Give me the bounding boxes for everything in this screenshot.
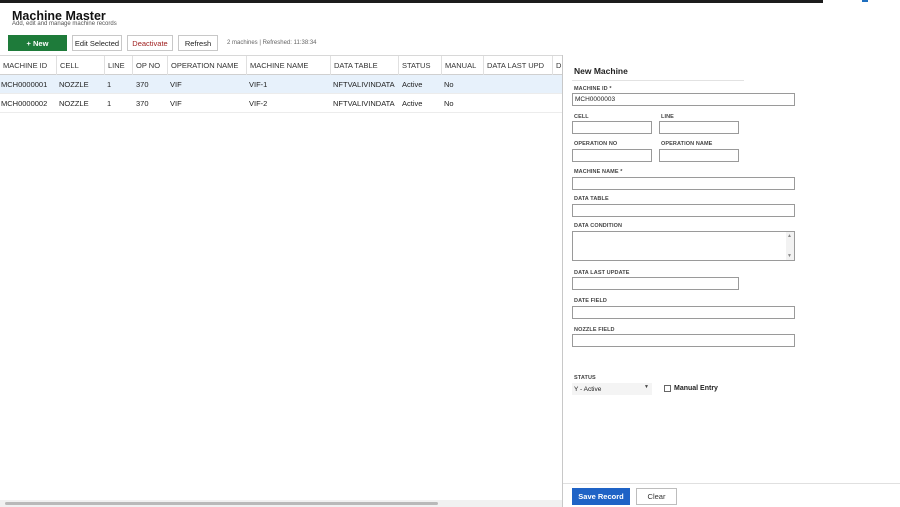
scroll-down-icon[interactable]: ▼ [787, 253, 792, 259]
cell-machine-id: MCH0000002 [1, 99, 48, 108]
cell-cell: NOZZLE [59, 99, 89, 108]
form-title: New Machine [574, 66, 628, 76]
cell-status: Active [402, 99, 423, 108]
column-header-data-table[interactable]: DATA TABLE [331, 56, 399, 75]
page-subtitle: Add, edit and manage machine records [12, 21, 117, 27]
status-select[interactable]: Y - Active ▼ [572, 383, 652, 395]
column-header-op-no[interactable]: OP NO [133, 56, 168, 75]
date-field-label: DATE FIELD [574, 298, 607, 304]
column-header-truncated[interactable]: D [553, 56, 562, 75]
machine-grid: MACHINE ID CELL LINE OP NO OPERATION NAM… [0, 55, 562, 503]
form-title-divider [572, 80, 744, 81]
date-field-input[interactable] [572, 306, 795, 319]
cell-data-last-upd [486, 94, 487, 113]
cell-operation-name: VIF [170, 99, 182, 108]
cell-data-last-upd [486, 75, 487, 94]
refresh-button[interactable]: Refresh [178, 35, 218, 51]
column-header-cell[interactable]: CELL [57, 56, 105, 75]
textarea-scrollbar[interactable]: ▲ ▼ [786, 232, 794, 260]
column-header-line[interactable]: LINE [105, 56, 133, 75]
nozzle-field-input[interactable] [572, 334, 795, 347]
cell-line: 1 [107, 80, 112, 89]
clear-button[interactable]: Clear [636, 488, 677, 505]
status-label: STATUS [574, 375, 596, 381]
cell-manual: No [444, 80, 454, 89]
nozzle-field-label: NOZZLE FIELD [574, 327, 615, 333]
window-corner-mark [862, 0, 868, 2]
table-row[interactable]: MCH0000002 NOZZLE 1 370 VIF VIF-2 NFTVAL… [0, 94, 562, 113]
scroll-up-icon[interactable]: ▲ [787, 233, 792, 239]
table-row[interactable]: MCH0000001 NOZZLE 1 370 VIF VIF-1 NFTVAL… [0, 75, 562, 94]
machine-id-label: MACHINE ID * [574, 86, 612, 92]
data-condition-label: DATA CONDITION [574, 223, 623, 229]
manual-entry-label[interactable]: Manual Entry [674, 385, 718, 392]
line-field[interactable] [659, 121, 739, 134]
cell-data-table: NFTVALIVINDATA [333, 80, 395, 89]
cell-machine-id: MCH0000001 [1, 80, 48, 89]
status-select-value: Y - Active [574, 385, 602, 393]
grid-header-row: MACHINE ID CELL LINE OP NO OPERATION NAM… [0, 56, 562, 75]
operation-name-label: OPERATION NAME [661, 141, 713, 147]
data-table-field[interactable] [572, 204, 795, 217]
cell-line: 1 [107, 99, 112, 108]
line-label: LINE [661, 114, 674, 120]
edit-selected-button[interactable]: Edit Selected [72, 35, 122, 51]
machine-id-field[interactable]: MCH0000003 [572, 93, 795, 106]
save-record-button[interactable]: Save Record [572, 488, 630, 505]
cell-op-no: 370 [136, 80, 149, 89]
chevron-down-icon: ▼ [644, 384, 649, 390]
cell-status: Active [402, 80, 423, 89]
data-last-update-label: DATA LAST UPDATE [574, 270, 630, 276]
data-last-update-field[interactable] [572, 277, 739, 290]
cell-field[interactable] [572, 121, 652, 134]
operation-no-label: OPERATION NO [574, 141, 618, 147]
operation-name-field[interactable] [659, 149, 739, 162]
window-top-border [0, 0, 823, 3]
new-button[interactable]: + New [8, 35, 67, 51]
deactivate-button[interactable]: Deactivate [127, 35, 173, 51]
form-footer-divider [563, 483, 900, 484]
column-header-machine-name[interactable]: MACHINE NAME [247, 56, 331, 75]
data-table-label: DATA TABLE [574, 196, 609, 202]
cell-cell: NOZZLE [59, 80, 89, 89]
cell-operation-name: VIF [170, 80, 182, 89]
column-header-operation-name[interactable]: OPERATION NAME [168, 56, 247, 75]
cell-label: CELL [574, 114, 589, 120]
column-header-data-last-upd[interactable]: DATA LAST UPD [484, 56, 553, 75]
grid-scrollbar-thumb[interactable] [5, 502, 438, 505]
column-header-machine-id[interactable]: MACHINE ID [0, 56, 57, 75]
column-header-manual[interactable]: MANUAL [442, 56, 484, 75]
machine-name-label: MACHINE NAME * [574, 169, 623, 175]
cell-data-table: NFTVALIVINDATA [333, 99, 395, 108]
cell-machine-name: VIF-1 [249, 80, 268, 89]
cell-op-no: 370 [136, 99, 149, 108]
cell-machine-name: VIF-2 [249, 99, 268, 108]
data-condition-textarea[interactable]: ▲ ▼ [572, 231, 795, 261]
cell-manual: No [444, 99, 454, 108]
manual-entry-checkbox[interactable] [664, 385, 671, 392]
machine-name-field[interactable] [572, 177, 795, 190]
column-header-status[interactable]: STATUS [399, 56, 442, 75]
toolbar-status-info: 2 machines | Refreshed: 11:38:34 [227, 40, 317, 46]
machine-form-panel: New Machine MACHINE ID * MCH0000003 CELL… [562, 55, 900, 507]
operation-no-field[interactable] [572, 149, 652, 162]
